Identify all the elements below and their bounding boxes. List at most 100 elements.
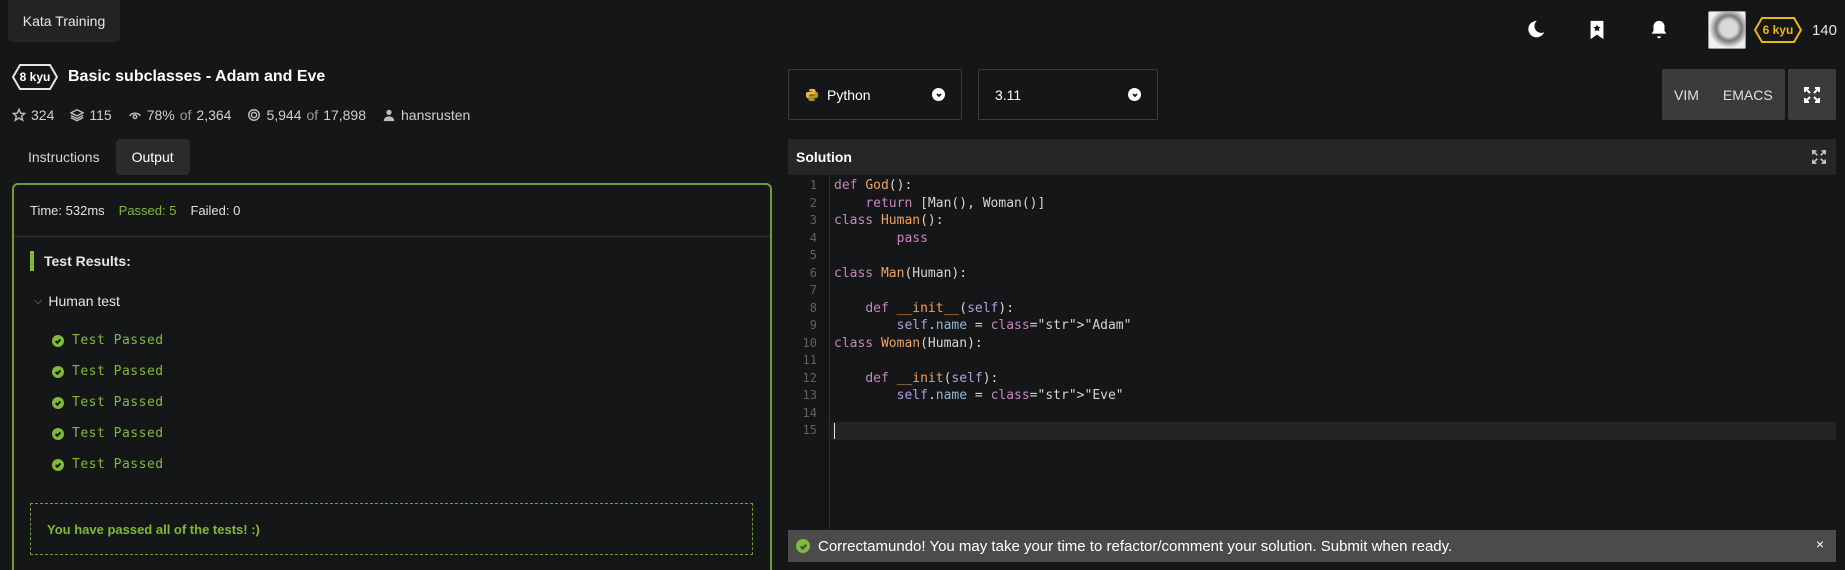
emacs-mode-label: EMACS <box>1722 86 1773 103</box>
satisfaction-stat: 78% of 2,364 <box>128 107 232 123</box>
code-line: self.name = class="str">"Adam" <box>896 318 1132 333</box>
close-icon[interactable]: × <box>1816 536 1824 552</box>
line-number: 12 <box>802 370 817 385</box>
test-result-text: Test Passed <box>72 395 164 410</box>
author-stat[interactable]: hansrusten <box>382 107 470 123</box>
version-select[interactable]: 3.11 <box>978 69 1158 120</box>
code-line: def __init(self): <box>865 370 999 386</box>
panel-tabs: Instructions Output <box>12 139 190 175</box>
check-circle-icon <box>52 365 64 378</box>
satisfaction-total: 2,364 <box>196 107 232 123</box>
thumbs-icon <box>128 112 141 120</box>
line-number: 2 <box>809 195 817 210</box>
test-summary: Time: 532ms Passed: 5 Failed: 0 <box>14 185 770 237</box>
top-nav: 6 kyu 140 <box>1524 0 1845 60</box>
stars-count: 324 <box>31 107 55 123</box>
bookmark-icon[interactable] <box>1586 19 1608 41</box>
star-icon <box>12 108 26 122</box>
vim-mode-label: VIM <box>1674 86 1699 103</box>
test-group-name: Human test <box>48 293 120 309</box>
moon-icon[interactable] <box>1524 19 1546 41</box>
code-line: class Human(): <box>834 213 944 228</box>
all-tests-passed-message: You have passed all of the tests! :) <box>30 503 753 555</box>
tab-instructions[interactable]: Instructions <box>12 139 116 175</box>
bell-icon[interactable] <box>1648 19 1670 41</box>
check-circle-icon <box>796 539 810 553</box>
code-line: class Man(Human): <box>834 265 968 281</box>
completed-stat: 5,944 of 17,898 <box>247 107 366 123</box>
user-rank-badge[interactable]: 6 kyu <box>1753 17 1802 43</box>
kata-training-tab[interactable]: Kata Training <box>8 0 120 42</box>
completed-total: 17,898 <box>323 107 367 123</box>
chevron-down-icon <box>1128 88 1141 101</box>
line-number: 13 <box>802 388 817 402</box>
line-number: 4 <box>809 230 817 245</box>
test-results-title: Test Results: <box>44 253 131 269</box>
satisfaction-of: of <box>179 107 192 123</box>
test-result-item: Test Passed <box>52 356 164 387</box>
line-number: 15 <box>802 423 817 437</box>
stars-stat[interactable]: 324 <box>12 107 54 123</box>
check-circle-icon <box>52 458 64 471</box>
chevron-down-icon <box>932 88 945 101</box>
test-result-text: Test Passed <box>72 426 164 441</box>
collections-count: 115 <box>89 107 112 123</box>
solution-title: Solution <box>796 149 852 165</box>
failed-label: Failed: 0 <box>190 203 241 218</box>
time-label: Time: 532ms <box>30 203 105 218</box>
line-number: 9 <box>809 318 817 332</box>
code-line: pass <box>896 230 928 246</box>
kata-title[interactable]: Basic subclasses - Adam and Eve <box>68 68 325 86</box>
active-line-highlight <box>831 422 1836 440</box>
line-number: 14 <box>802 405 817 420</box>
line-number: 11 <box>802 353 817 367</box>
test-result-item: Test Passed <box>52 449 164 480</box>
output-panel: Time: 532ms Passed: 5 Failed: 0 Test Res… <box>12 183 772 570</box>
test-result-item: Test Passed <box>52 387 164 418</box>
check-circle-icon <box>52 396 64 409</box>
collections-stat[interactable]: 115 <box>70 107 112 123</box>
code-editor[interactable]: 1 2 3 4 5 6 7 8 9 10 11 12 13 14 15 def … <box>788 175 1836 530</box>
results-accent-bar <box>30 251 34 271</box>
author-name: hansrusten <box>401 107 471 123</box>
test-result-text: Test Passed <box>72 457 164 472</box>
user-rank-label: 6 kyu <box>1762 23 1794 37</box>
kata-header: 8 kyu Basic subclasses - Adam and Eve <box>12 64 325 90</box>
code-line: self.name = class="str">"Eve" <box>896 388 1124 403</box>
line-number-gutter: 1 2 3 4 5 6 7 8 9 10 11 12 13 14 15 <box>788 175 830 530</box>
satisfaction-value: 78% <box>146 107 175 123</box>
code-line: def __init__(self): <box>865 300 1015 316</box>
target-icon <box>248 109 261 121</box>
toast-message: Correctamundo! You may take your time to… <box>818 537 1453 555</box>
fullscreen-button[interactable] <box>1788 69 1836 120</box>
chevron-down-icon: ⌵ <box>34 294 43 307</box>
kata-rank-label: 8 kyu <box>19 70 51 84</box>
tab-output-label: Output <box>131 149 174 165</box>
kata-rank-badge: 8 kyu <box>12 64 58 90</box>
tab-output[interactable]: Output <box>115 139 190 175</box>
line-number: 8 <box>809 300 817 315</box>
test-group-header[interactable]: ⌵ Human test <box>34 293 120 309</box>
test-result-text: Test Passed <box>72 333 164 348</box>
line-number: 1 <box>809 178 817 192</box>
test-result-item: Test Passed <box>52 325 164 356</box>
expand-icon[interactable] <box>1812 150 1826 164</box>
version-label: 3.11 <box>995 86 1022 103</box>
completed-value: 5,944 <box>266 107 302 123</box>
all-tests-passed-text: You have passed all of the tests! :) <box>47 521 260 537</box>
user-avatar[interactable] <box>1707 11 1746 49</box>
tab-instructions-label: Instructions <box>28 149 100 165</box>
test-result-item: Test Passed <box>52 418 164 449</box>
emacs-mode-button[interactable]: EMACS <box>1711 69 1785 120</box>
completed-of: of <box>306 107 319 123</box>
line-number: 7 <box>809 283 817 297</box>
solution-header: Solution <box>788 139 1836 175</box>
language-label: Python <box>827 86 871 103</box>
language-select[interactable]: Python <box>788 69 962 120</box>
line-number: 3 <box>809 213 817 227</box>
keybinding-modes: VIM EMACS <box>1662 69 1785 120</box>
line-number: 6 <box>809 265 817 280</box>
text-cursor <box>834 423 835 439</box>
honor-count[interactable]: 140 <box>1812 22 1837 39</box>
vim-mode-button[interactable]: VIM <box>1662 69 1711 120</box>
